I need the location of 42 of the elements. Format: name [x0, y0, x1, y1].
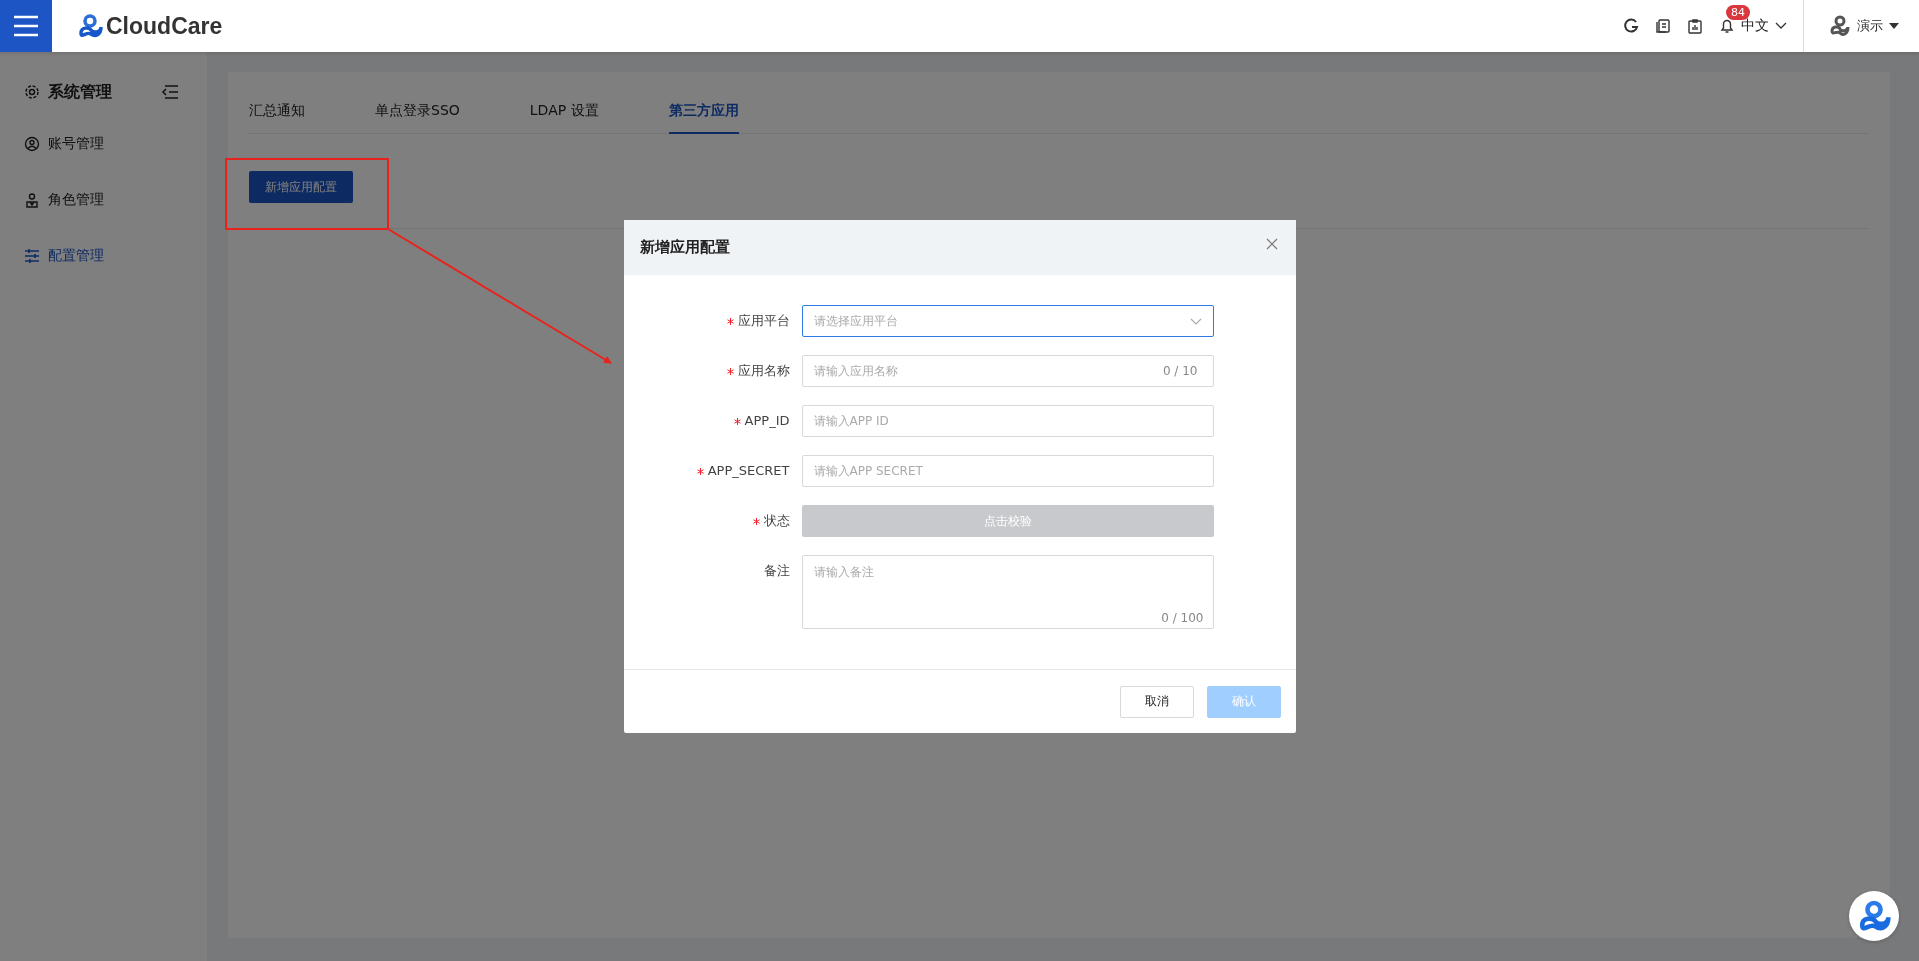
user-menu[interactable]: 演示 — [1829, 15, 1899, 37]
field-label: 备注 — [763, 562, 790, 580]
cancel-button[interactable]: 取消 — [1119, 685, 1194, 718]
menu-button[interactable] — [0, 0, 52, 52]
input-field[interactable]: 请输入APP SECRET — [801, 455, 1214, 487]
field-label: APP_ID — [744, 412, 790, 430]
tab[interactable]: 汇总通知 — [249, 92, 305, 134]
field-label: 应用名称 — [737, 362, 790, 380]
logo-text: CloudCare — [106, 12, 223, 40]
caret-icon — [1889, 23, 1899, 29]
field-label: APP_SECRET — [707, 462, 790, 480]
character-count: 0 / 100 — [1161, 611, 1204, 625]
add-config-button[interactable]: 新增应用配置 — [249, 171, 353, 203]
menu-icon — [13, 15, 39, 37]
menu-item-icon — [24, 248, 40, 264]
field-label: 应用平台 — [737, 312, 790, 330]
menu-item-icon — [24, 136, 40, 152]
notification-badge: 84 — [1726, 5, 1750, 20]
clipboard-icon[interactable] — [1687, 18, 1703, 34]
field-label: 状态 — [763, 512, 790, 530]
tab[interactable]: LDAP 设置 — [529, 92, 599, 134]
sidebar-item[interactable]: 角色管理 — [0, 172, 207, 228]
input-field[interactable]: 请输入APP ID — [801, 405, 1214, 437]
sidebar-title: 系统管理 — [48, 81, 113, 103]
menu-item-icon — [24, 192, 40, 208]
ring-icon[interactable] — [1623, 18, 1639, 34]
sidebar-item[interactable]: 账号管理 — [0, 116, 207, 172]
tab[interactable]: 单点登录SSO — [375, 92, 460, 134]
collapse-icon[interactable] — [161, 84, 179, 100]
settings-icon — [24, 84, 40, 100]
bell-icon[interactable] — [1719, 18, 1735, 34]
chevron-down-icon — [1775, 22, 1787, 30]
language-selector[interactable]: 中文 — [1741, 17, 1787, 35]
dialog-title: 新增应用配置 — [639, 238, 730, 257]
document-icon[interactable] — [1655, 18, 1671, 34]
select-field[interactable]: 请选择应用平台 — [801, 305, 1214, 337]
character-count: 0 / 10 — [1162, 364, 1198, 378]
avatar-icon — [1829, 15, 1851, 37]
chevron-down-icon — [1189, 317, 1202, 325]
tab[interactable]: 第三方应用 — [668, 92, 739, 134]
logo-icon — [77, 13, 103, 39]
sidebar-item[interactable]: 配置管理 — [0, 228, 207, 284]
